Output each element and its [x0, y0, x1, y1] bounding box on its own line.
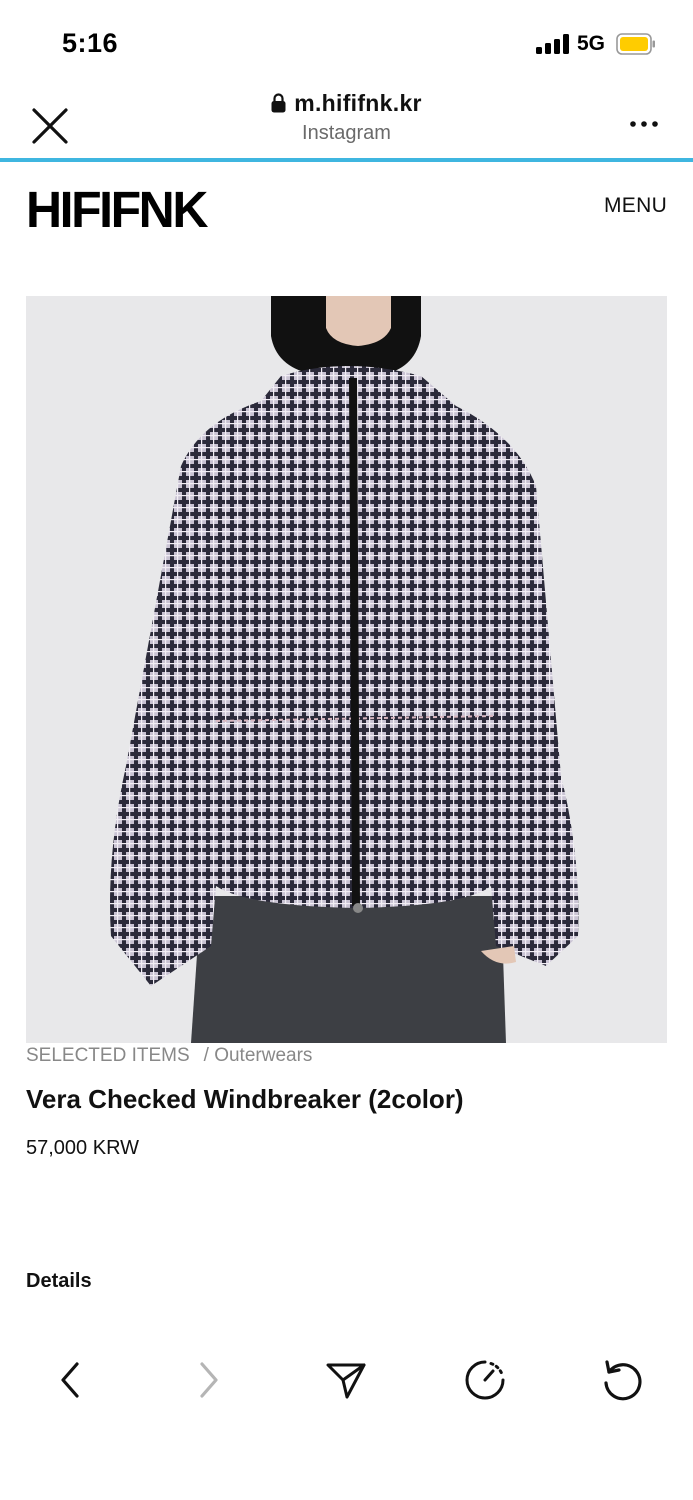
- network-label: 5G: [577, 32, 606, 55]
- browser-toolbar: [0, 1340, 693, 1420]
- more-button[interactable]: [624, 112, 664, 136]
- product-photo: [26, 296, 667, 1043]
- speed-icon: [465, 1360, 505, 1400]
- signal-icon: [536, 34, 570, 54]
- source-app-label: Instagram: [302, 122, 391, 144]
- breadcrumb-selected-items[interactable]: SELECTED ITEMS: [26, 1045, 190, 1067]
- page-load-indicator: [0, 158, 693, 162]
- forward-button[interactable]: [183, 1354, 235, 1406]
- lock-icon: [271, 93, 286, 113]
- address-bar[interactable]: m.hififnk.kr Instagram: [150, 88, 543, 145]
- back-button[interactable]: [44, 1354, 96, 1406]
- breadcrumb-outerwears[interactable]: / Outerwears: [204, 1045, 313, 1067]
- battery-icon: [616, 33, 655, 55]
- close-icon: [32, 108, 68, 144]
- back-icon: [61, 1362, 79, 1398]
- site-logo[interactable]: HIFIFNK: [26, 180, 208, 239]
- menu-button[interactable]: MENU: [604, 194, 667, 218]
- breadcrumb: SELECTED ITEMS / Outerwears: [26, 1045, 312, 1067]
- status-bar: 5:16 5G: [0, 0, 693, 88]
- close-button[interactable]: [28, 104, 72, 148]
- url-text: m.hififnk.kr: [294, 89, 422, 116]
- more-icon: [630, 121, 658, 127]
- share-icon: [326, 1363, 366, 1399]
- in-app-browser-header: m.hififnk.kr Instagram: [0, 88, 693, 160]
- status-time: 5:16: [62, 28, 119, 58]
- share-button[interactable]: [320, 1354, 372, 1406]
- forward-icon: [200, 1362, 218, 1398]
- reload-icon: [604, 1360, 642, 1401]
- product-price: 57,000 KRW: [26, 1137, 140, 1159]
- product-title: Vera Checked Windbreaker (2color): [26, 1084, 464, 1114]
- reload-button[interactable]: [596, 1354, 648, 1406]
- product-image[interactable]: [26, 296, 667, 1043]
- details-section-toggle[interactable]: Details: [26, 1270, 92, 1293]
- page-speed-button[interactable]: [459, 1354, 511, 1406]
